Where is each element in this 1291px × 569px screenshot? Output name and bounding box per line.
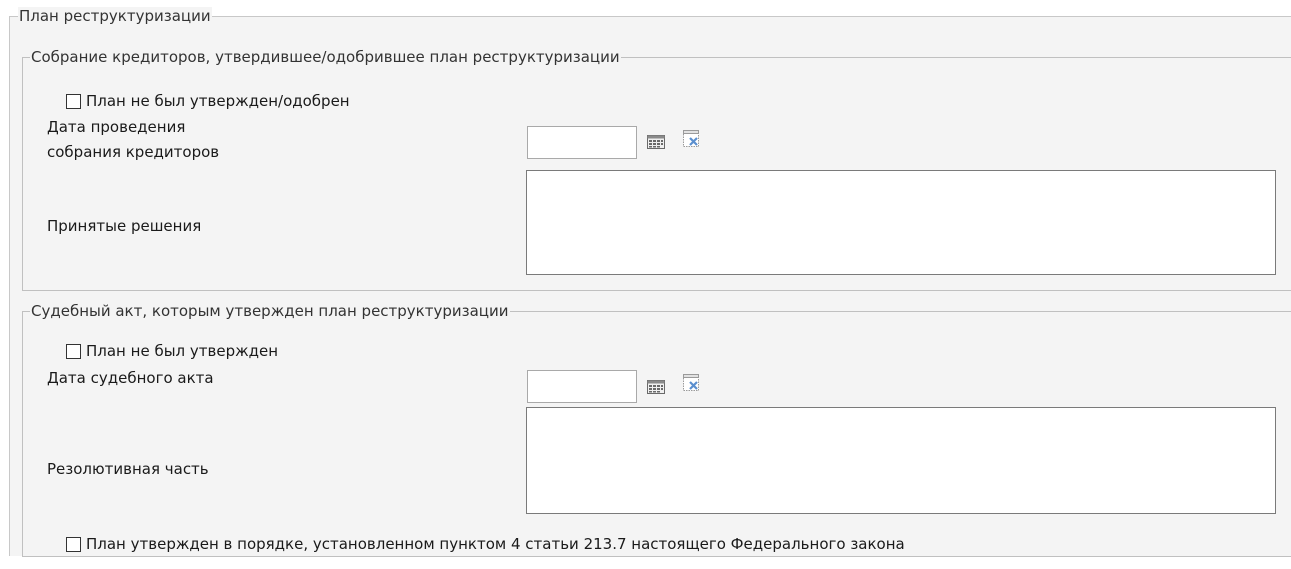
decisions-label: Принятые решения [47, 217, 202, 235]
operative-part-label: Резолютивная часть [47, 460, 209, 478]
approved-by-law-checkbox[interactable] [66, 536, 81, 552]
plan-not-approved-court-row[interactable]: План не был утвержден [66, 342, 278, 360]
plan-not-approved-court-label: План не был утвержден [86, 342, 279, 360]
operative-part-textarea[interactable] [526, 407, 1276, 514]
calendar-icon[interactable] [647, 135, 667, 153]
plan-not-approved-meeting-checkbox[interactable] [66, 93, 81, 109]
restructuring-plan-page: План реструктуризации Собрание кредиторо… [0, 0, 1291, 569]
approved-by-law-row[interactable]: План утвержден в порядке, установленном … [66, 535, 905, 553]
court-act-date-label: Дата судебного акта [47, 369, 214, 387]
meeting-date-input[interactable] [527, 126, 637, 159]
plan-not-approved-court-checkbox[interactable] [66, 343, 81, 359]
court-act-date-input[interactable] [527, 370, 637, 403]
creditors-meeting-title: Собрание кредиторов, утвердившее/одобрив… [30, 48, 621, 66]
restructuring-plan-title: План реструктуризации [18, 7, 212, 25]
meeting-date-label-line2: собрания кредиторов [47, 143, 220, 161]
decisions-textarea[interactable] [526, 170, 1276, 275]
calendar-icon[interactable] [647, 380, 667, 398]
meeting-date-label-line1: Дата проведения [47, 118, 186, 136]
plan-not-approved-meeting-row[interactable]: План не был утвержден/одобрен [66, 92, 350, 110]
clear-date-icon[interactable] [682, 129, 702, 147]
plan-not-approved-meeting-label: План не был утвержден/одобрен [86, 92, 350, 110]
approved-by-law-label: План утвержден в порядке, установленном … [86, 535, 905, 553]
court-act-title: Судебный акт, которым утвержден план рес… [30, 302, 510, 320]
clear-date-icon[interactable] [682, 373, 702, 391]
